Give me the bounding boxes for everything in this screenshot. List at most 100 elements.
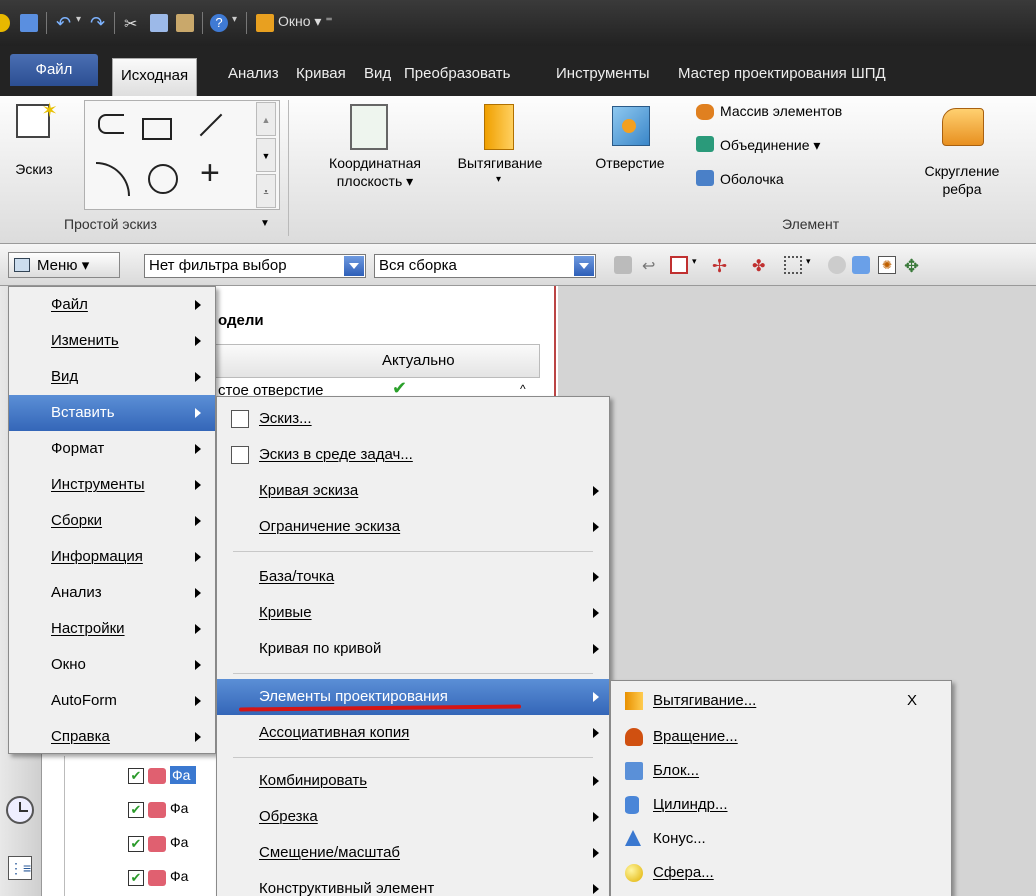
menu-item-datum-point[interactable]: База/точка <box>217 559 609 595</box>
gallery-scroll-down[interactable]: ▼ <box>256 138 276 172</box>
menu-item-offset-scale[interactable]: Смещение/масштаб <box>217 835 609 871</box>
selection-filter-combo[interactable]: Нет фильтра выбор <box>144 254 366 278</box>
submenu-arrow-icon <box>195 444 201 454</box>
scroll-up-icon[interactable]: ^ <box>520 382 526 396</box>
redo-icon[interactable]: ↷ <box>90 14 108 32</box>
menu-item-sketch[interactable]: Эскиз... <box>217 401 609 437</box>
sketch-task-icon <box>231 446 249 464</box>
menu-button[interactable]: Меню ▾ <box>8 252 120 278</box>
menu-item-view[interactable]: Вид <box>9 359 215 395</box>
menu-item-cone[interactable]: Конус... <box>611 821 951 857</box>
cylinder-icon <box>625 796 639 814</box>
rect-select-dropdown-icon[interactable]: ▾ <box>806 256 824 274</box>
help-dropdown-icon[interactable]: ▾ <box>232 14 250 32</box>
checkbox-icon[interactable]: ✔ <box>128 870 144 886</box>
hide-icon[interactable] <box>828 256 846 274</box>
menu-item-combine[interactable]: Комбинировать <box>217 763 609 799</box>
insert-submenu: Эскиз... Эскиз в среде задач... Кривая э… <box>216 396 610 896</box>
menu-item-curves[interactable]: Кривые <box>217 595 609 631</box>
undo-icon[interactable]: ↶ <box>56 14 74 32</box>
checkbox-icon[interactable]: ✔ <box>128 802 144 818</box>
tab-home[interactable]: Исходная <box>112 58 198 96</box>
column-current-header[interactable]: Актуально <box>382 352 455 369</box>
gallery-scroll-up[interactable]: ▲ <box>256 102 276 136</box>
circle-icon[interactable] <box>148 164 178 194</box>
unite-button[interactable]: Объединение ▾ <box>720 136 820 154</box>
cut-icon[interactable]: ✂ <box>124 14 142 33</box>
sphere-icon <box>625 864 643 882</box>
menu-item-window[interactable]: Окно <box>9 647 215 683</box>
sketch-button[interactable]: Эскиз <box>4 160 64 178</box>
body-icon[interactable] <box>852 256 870 274</box>
menu-item-help[interactable]: Справка <box>9 719 215 755</box>
move-icon[interactable]: ✥ <box>904 256 922 276</box>
menu-item-analysis[interactable]: Анализ <box>9 575 215 611</box>
menu-item-revolve[interactable]: Вращение... <box>611 719 951 755</box>
tab-file[interactable]: Файл <box>10 54 98 86</box>
menu-item-extrude[interactable]: Вытягивание... X <box>611 683 951 719</box>
menu-item-preferences[interactable]: Настройки <box>9 611 215 647</box>
tab-view[interactable]: Вид <box>364 60 391 96</box>
extrude-button[interactable]: Вытягивание <box>450 154 550 172</box>
window-icon[interactable] <box>256 14 274 32</box>
snap-dropdown-icon[interactable]: ▾ <box>692 256 710 274</box>
tab-design-wizard[interactable]: Мастер проектирования ШПД <box>678 60 886 96</box>
menu-item-cylinder[interactable]: Цилиндр... <box>611 787 951 823</box>
checkbox-icon[interactable]: ✔ <box>128 768 144 784</box>
datum-plane-button-line1[interactable]: Координатная <box>300 154 450 172</box>
selection-scope-combo[interactable]: Вся сборка <box>374 254 596 278</box>
snap-toggle-icon[interactable]: ✺ <box>878 256 896 274</box>
hole-button[interactable]: Отверстие <box>580 154 680 172</box>
submenu-arrow-icon <box>593 486 599 496</box>
menu-item-file[interactable]: Файл <box>9 287 215 323</box>
menu-item-autoform[interactable]: AutoForm <box>9 683 215 719</box>
pattern-button[interactable]: Массив элементов <box>720 102 842 120</box>
menu-item-sketch-constraint[interactable]: Ограничение эскиза <box>217 509 609 545</box>
menu-item-assemblies[interactable]: Сборки <box>9 503 215 539</box>
paste-icon[interactable] <box>176 14 194 32</box>
deselect-icon[interactable]: ↩ <box>642 256 660 275</box>
edge-blend-button-line2[interactable]: ребра <box>904 180 1020 198</box>
extrude-dropdown-icon[interactable]: ▾ <box>496 174 501 185</box>
menu-item-sketch-task[interactable]: Эскиз в среде задач... <box>217 437 609 473</box>
history-icon[interactable] <box>6 796 34 824</box>
selection-filter-dropdown-icon[interactable] <box>344 256 364 276</box>
part-navigator-icon[interactable]: ⋮≡ <box>8 856 32 880</box>
copy-icon[interactable] <box>150 14 168 32</box>
help-icon[interactable]: ? <box>210 14 228 32</box>
tab-curve[interactable]: Кривая <box>296 60 346 96</box>
menu-item-sketch-curve[interactable]: Кривая эскиза <box>217 473 609 509</box>
menu-item-format[interactable]: Формат <box>9 431 215 467</box>
menu-item-associative-copy[interactable]: Ассоциативная копия <box>217 715 609 751</box>
edge-blend-button-line1[interactable]: Скругление <box>904 162 1020 180</box>
menu-item-insert[interactable]: Вставить <box>9 395 215 431</box>
menu-item-tools[interactable]: Инструменты <box>9 467 215 503</box>
datum-plane-button-line2[interactable]: плоскость ▾ <box>300 172 450 190</box>
checkbox-icon[interactable]: ✔ <box>128 836 144 852</box>
menu-item-derived-curve[interactable]: Кривая по кривой <box>217 631 609 667</box>
menu-item-trim[interactable]: Обрезка <box>217 799 609 835</box>
intersect-point-icon[interactable]: ✢ <box>712 256 730 276</box>
spline-icon[interactable] <box>98 114 124 134</box>
tab-analysis[interactable]: Анализ <box>228 60 279 96</box>
tab-transform[interactable]: Преобразовать <box>404 60 510 96</box>
endpoint-icon[interactable]: ✤ <box>752 256 770 275</box>
gallery-expand[interactable]: ⩡ <box>256 174 276 208</box>
menu-item-detail-feature[interactable]: Конструктивный элемент <box>217 871 609 896</box>
shell-button[interactable]: Оболочка <box>720 170 784 188</box>
selection-scope-dropdown-icon[interactable] <box>574 256 594 276</box>
group-options-icon[interactable]: ▼ <box>260 218 270 229</box>
submenu-arrow-icon <box>195 408 201 418</box>
tab-tools[interactable]: Инструменты <box>556 60 650 96</box>
select-feature-icon[interactable] <box>614 256 632 274</box>
menu-item-information[interactable]: Информация <box>9 539 215 575</box>
point-icon[interactable]: + <box>200 156 220 190</box>
snap-point-icon[interactable] <box>670 256 688 274</box>
window-menu-label[interactable]: Окно ▾ ⁼ <box>278 13 333 30</box>
menu-item-block[interactable]: Блок... <box>611 753 951 789</box>
rectangle-select-icon[interactable] <box>784 256 802 274</box>
menu-item-edit[interactable]: Изменить <box>9 323 215 359</box>
save-icon[interactable] <box>20 14 38 32</box>
rectangle-icon[interactable] <box>142 118 172 140</box>
menu-item-sphere[interactable]: Сфера... <box>611 855 951 891</box>
